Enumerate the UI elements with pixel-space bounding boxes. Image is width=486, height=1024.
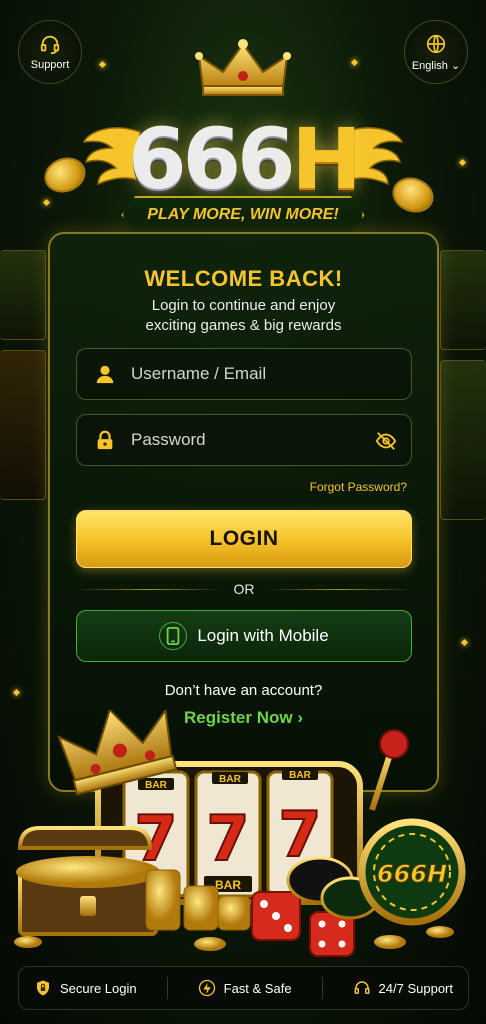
footer-item-secure-login: Secure Login (34, 979, 137, 997)
password-field[interactable] (76, 414, 412, 466)
background-slot-machine (0, 250, 46, 340)
headset-icon (354, 981, 370, 994)
user-icon (93, 362, 117, 386)
reel-bar-symbol: BAR (289, 770, 311, 781)
shield-lock-icon (37, 980, 49, 996)
background-slot-machine (440, 250, 486, 350)
reel-bar-symbol: BAR (215, 878, 241, 892)
lightning-icon (198, 979, 215, 997)
mobile-phone-icon (159, 622, 188, 650)
reel-bar-symbol: BAR (219, 774, 241, 785)
gold-coin (194, 937, 226, 951)
reel-seven-symbol: 7 (206, 802, 249, 875)
svg-text:666H: 666H (377, 860, 447, 888)
divider (166, 977, 168, 999)
login-with-mobile-button[interactable]: Login with Mobile (76, 610, 412, 662)
crown-icon (195, 39, 291, 96)
login-card: WELCOME BACK! Login to continue and enjo… (48, 232, 439, 792)
password-input[interactable] (131, 430, 371, 450)
welcome-subtitle: Login to continue and enjoy exciting gam… (145, 297, 342, 334)
or-divider: OR (76, 580, 412, 598)
background-slot-machine (0, 350, 46, 500)
brand-coin-badge: 666H (358, 818, 466, 926)
login-button[interactable]: LOGIN (76, 510, 412, 568)
divider (321, 977, 323, 999)
username-field[interactable] (76, 348, 412, 400)
username-input[interactable] (131, 364, 371, 384)
footer-item-support: 24/7 Support (353, 979, 453, 997)
footer-item-fast-safe: Fast & Safe (198, 979, 292, 997)
forgot-password-link[interactable]: Forgot Password? (310, 480, 407, 494)
background-slot-machine (440, 360, 486, 520)
welcome-title: WELCOME BACK! (144, 266, 343, 291)
reel-bar-symbol: BAR (145, 780, 167, 791)
gold-coin (426, 926, 454, 938)
gold-coin (374, 935, 406, 949)
casino-illustration: BAR BAR BAR 7 7 7 BAR 666H (14, 710, 466, 957)
no-account-text: Don’t have an account? (164, 682, 323, 699)
sparkle (460, 638, 469, 647)
sparkle (12, 688, 21, 697)
gold-coin (14, 936, 42, 948)
eye-off-icon[interactable] (375, 430, 397, 452)
login-with-mobile-label: Login with Mobile (197, 626, 329, 645)
tagline: PLAY MORE, WIN MORE! (121, 196, 364, 234)
treasure-chest (16, 826, 160, 936)
lock-icon (93, 428, 117, 452)
feature-footer: Secure Login Fast & Safe 24/7 Support (18, 966, 469, 1010)
